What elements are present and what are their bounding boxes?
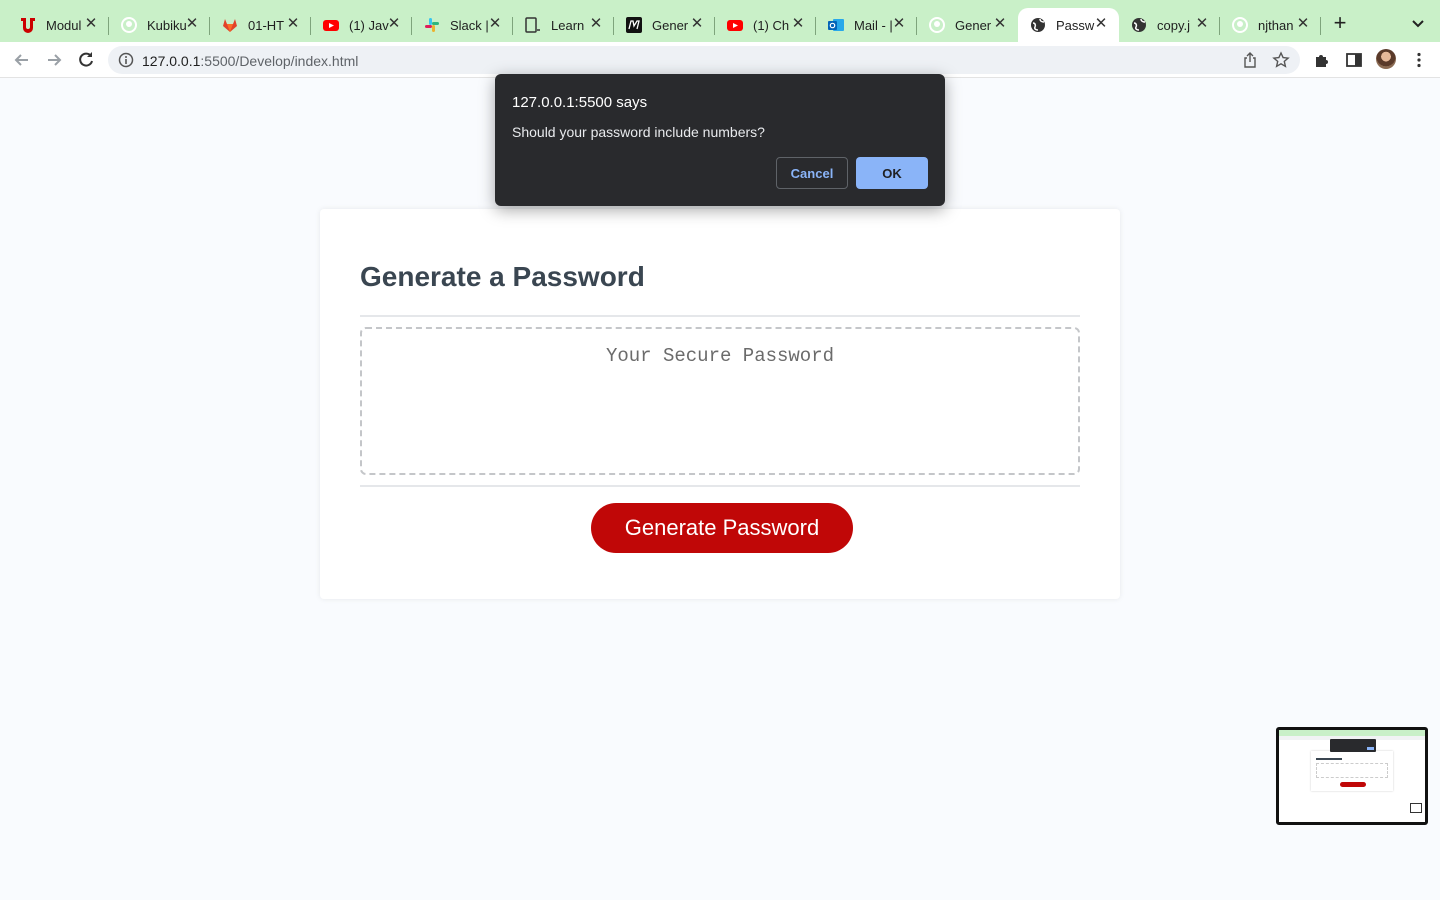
new-tab-plus-icon[interactable]: + (1330, 12, 1350, 34)
share-icon[interactable] (1242, 52, 1258, 68)
tab-close-icon[interactable]: ✕ (790, 16, 806, 32)
tab-close-icon[interactable]: ✕ (1093, 16, 1109, 32)
generate-password-button[interactable]: Generate Password (591, 503, 853, 553)
github-icon (1232, 17, 1248, 33)
github-icon (121, 17, 137, 33)
forward-arrow-icon[interactable] (44, 50, 64, 70)
side-panel-icon[interactable] (1345, 51, 1363, 69)
tab-close-icon[interactable]: ✕ (891, 16, 907, 32)
page-title: Generate a Password (360, 261, 645, 292)
medium-icon (626, 17, 642, 33)
tab-12[interactable]: copy.j ✕ (1119, 8, 1220, 42)
github-icon (929, 17, 945, 33)
url-text: 127.0.0.1:5500/Develop/index.html (142, 53, 358, 69)
profile-avatar[interactable] (1376, 49, 1396, 69)
tab-close-icon[interactable]: ✕ (992, 16, 1008, 32)
thumb-textarea (1316, 763, 1388, 778)
card-divider-bottom (360, 485, 1080, 487)
globe-icon (1131, 17, 1147, 33)
thumb-dialog (1330, 739, 1376, 752)
extensions-puzzle-icon[interactable] (1313, 51, 1331, 69)
back-arrow-icon[interactable] (12, 50, 32, 70)
password-output[interactable] (360, 327, 1080, 475)
outlook-icon (828, 17, 844, 33)
tab-13[interactable]: njthan ✕ (1220, 8, 1321, 42)
youtube-icon (727, 17, 743, 33)
bookmark-star-icon[interactable] (1272, 51, 1290, 69)
url-path: :5500/Develop/index.html (200, 53, 359, 69)
tab-6[interactable]: Learn ✕ (513, 8, 614, 42)
dialog-ok-button[interactable]: OK (856, 157, 928, 189)
tab-strip: Modul ✕ Kubiku ✕ 01-HT ✕ (1) Jav ✕ Slack… (0, 0, 1440, 42)
password-card: Generate a Password Generate Password (320, 209, 1120, 599)
confirm-dialog: 127.0.0.1:5500 says Should your password… (495, 74, 945, 206)
address-bar[interactable]: 127.0.0.1:5500/Develop/index.html (108, 46, 1300, 74)
tab-1[interactable]: Modul ✕ (8, 8, 109, 42)
utah-u-icon (20, 17, 36, 33)
card-divider-top (360, 315, 1080, 317)
screenshot-thumbnail[interactable] (1276, 727, 1428, 825)
tab-4[interactable]: (1) Jav ✕ (311, 8, 412, 42)
tab-close-icon[interactable]: ✕ (1194, 16, 1210, 32)
thumb-heading (1316, 758, 1342, 760)
more-menu-kebab-icon[interactable] (1410, 51, 1428, 69)
youtube-icon (323, 17, 339, 33)
tab-separator (1320, 17, 1321, 35)
tab-3[interactable]: 01-HT ✕ (210, 8, 311, 42)
tab-close-icon[interactable]: ✕ (588, 16, 604, 32)
reload-icon[interactable] (76, 50, 96, 70)
tab-7[interactable]: Gener ✕ (614, 8, 715, 42)
slack-icon (424, 17, 440, 33)
tab-8[interactable]: (1) Ch ✕ (715, 8, 816, 42)
thumb-ok (1367, 747, 1374, 750)
tab-close-icon[interactable]: ✕ (487, 16, 503, 32)
tab-11-active[interactable]: Passw ✕ (1018, 8, 1119, 42)
tab-10[interactable]: Gener ✕ (917, 8, 1018, 42)
gitlab-icon (222, 17, 238, 33)
dialog-message: Should your password include numbers? (512, 124, 765, 140)
tab-search-chevron-icon[interactable] (1408, 14, 1428, 34)
thumb-window-icon (1410, 803, 1422, 813)
dialog-title: 127.0.0.1:5500 says (512, 94, 648, 111)
tab-2[interactable]: Kubiku ✕ (109, 8, 210, 42)
browser-toolbar: 127.0.0.1:5500/Develop/index.html (0, 42, 1440, 78)
tab-5[interactable]: Slack | ✕ (412, 8, 513, 42)
dialog-cancel-button[interactable]: Cancel (776, 157, 848, 189)
tab-close-icon[interactable]: ✕ (184, 16, 200, 32)
tab-close-icon[interactable]: ✕ (1295, 16, 1311, 32)
globe-icon (1030, 17, 1046, 33)
bootcamp-icon (525, 17, 541, 33)
tab-close-icon[interactable]: ✕ (386, 16, 402, 32)
thumb-button (1340, 782, 1366, 787)
url-host: 127.0.0.1 (142, 53, 201, 69)
tab-close-icon[interactable]: ✕ (285, 16, 301, 32)
site-info-icon[interactable] (118, 52, 134, 68)
tab-close-icon[interactable]: ✕ (83, 16, 99, 32)
tab-9[interactable]: Mail - | ✕ (816, 8, 917, 42)
tab-close-icon[interactable]: ✕ (689, 16, 705, 32)
